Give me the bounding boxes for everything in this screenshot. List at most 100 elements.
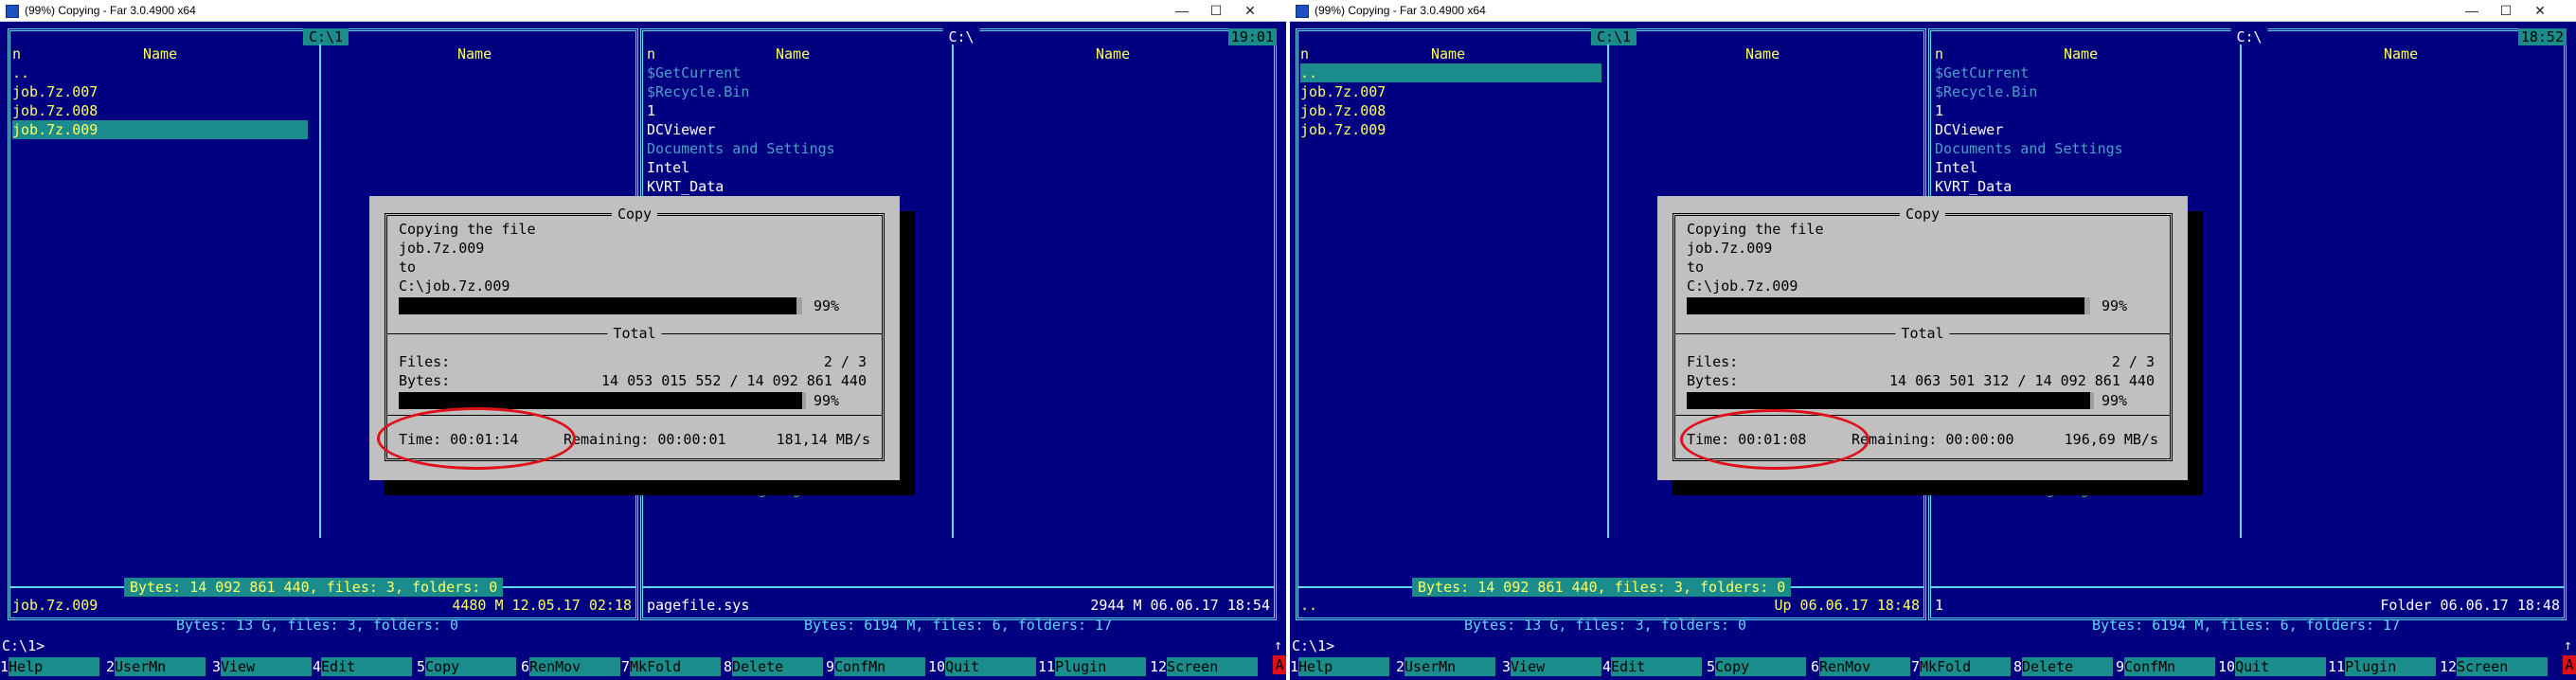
column-header-name[interactable]: Name [457, 45, 492, 63]
key-f9-confmn[interactable]: 9ConfMn [826, 655, 926, 678]
file-item[interactable]: job.7z.008 [12, 101, 98, 120]
far-app-icon [6, 5, 19, 18]
key-f10-quit[interactable]: 10Quit [928, 655, 1037, 678]
column-divider [2240, 45, 2242, 538]
destination-path: C:\job.7z.009 [399, 277, 510, 295]
column-divider [319, 45, 321, 538]
key-f7-mkfold[interactable]: 7MkFold [1911, 655, 2012, 678]
key-f10-quit[interactable]: 10Quit [2218, 655, 2327, 678]
file-item[interactable]: 1 [1935, 101, 1943, 120]
dialog-caption: Copy [611, 206, 658, 223]
key-f8-delete[interactable]: 8Delete [2013, 655, 2114, 678]
file-item[interactable]: KVRT_Data [1935, 177, 2012, 196]
copying-label: Copying the file [1687, 221, 1824, 238]
key-f11-plugin[interactable]: 11Plugin [2328, 655, 2437, 678]
copying-label: Copying the file [399, 221, 536, 238]
column-header-name[interactable]: Name [776, 45, 810, 63]
file-item[interactable]: ZLInstallerLog.log [647, 480, 801, 499]
source-file: job.7z.009 [1687, 240, 1773, 257]
key-f8-delete[interactable]: 8Delete [724, 655, 824, 678]
key-f3-view[interactable]: 3View [1502, 655, 1602, 678]
key-number: 5 [1707, 658, 1716, 675]
column-header-name[interactable]: Name [2064, 45, 2098, 63]
column-header-n[interactable]: n [1935, 45, 1943, 63]
file-item[interactable]: Documents and Settings [647, 139, 835, 158]
total-caption: Total [607, 324, 662, 343]
column-header-name[interactable]: Name [1096, 45, 1130, 63]
file-item[interactable]: job.7z.009 [1300, 120, 1386, 139]
key-label: ConfMn [2124, 657, 2216, 676]
key-f12-screen[interactable]: 12Screen [2440, 655, 2549, 678]
key-f5-copy[interactable]: 5Copy [1707, 655, 1807, 678]
key-f2-usermenu[interactable]: 2UserMn [106, 655, 206, 678]
key-f2-usermenu[interactable]: 2UserMn [1396, 655, 1496, 678]
current-file-info: 2944 M 06.06.17 18:54 [1090, 597, 1270, 614]
column-header-n[interactable]: n [12, 45, 21, 63]
maximize-icon[interactable]: ☐ [2489, 0, 2523, 21]
file-item[interactable]: DCViewer [1935, 120, 2003, 139]
file-item[interactable]: $Recycle.Bin [1935, 82, 2037, 101]
scroll-up-arrow-icon[interactable]: ↑ [2564, 636, 2572, 653]
file-item[interactable]: $Recycle.Bin [647, 82, 749, 101]
minimize-icon[interactable]: — [1165, 0, 1199, 21]
key-number: 6 [1811, 658, 1820, 675]
file-item[interactable]: .. [12, 63, 29, 82]
total-progress-remaining [2090, 392, 2094, 409]
minimize-icon[interactable]: — [2455, 0, 2489, 21]
current-file-info: 4480 M 12.05.17 02:18 [452, 597, 632, 614]
file-item[interactable]: $GetCurrent [647, 63, 741, 82]
maximize-icon[interactable]: ☐ [1199, 0, 1233, 21]
close-icon[interactable]: ✕ [1233, 0, 1267, 21]
file-progress-percent: 99% [2102, 297, 2128, 314]
file-progress-remaining [796, 297, 802, 314]
scroll-up-arrow-icon[interactable]: ↑ [1274, 636, 1282, 653]
command-prompt[interactable]: C:\1> [1292, 636, 1334, 655]
file-item[interactable]: DCViewer [647, 120, 715, 139]
key-f9-confmn[interactable]: 9ConfMn [2116, 655, 2216, 678]
file-item[interactable]: ZLInstallerLog.log [1935, 480, 2089, 499]
current-file-name: job.7z.009 [12, 597, 98, 614]
key-label: RenMov [529, 657, 621, 676]
file-item[interactable]: $GetCurrent [1935, 63, 2029, 82]
key-label: Plugin [1055, 657, 1147, 676]
key-f4-edit[interactable]: 4Edit [313, 655, 413, 678]
command-prompt[interactable]: C:\1> [2, 636, 45, 655]
key-label: Help [1298, 657, 1390, 676]
key-label: ConfMn [834, 657, 926, 676]
file-item[interactable]: Documents and Settings [1935, 139, 2123, 158]
column-header-n[interactable]: n [647, 45, 655, 63]
file-item[interactable]: job.7z.007 [1300, 82, 1386, 101]
panel-separator [1931, 586, 2564, 588]
key-f5-copy[interactable]: 5Copy [417, 655, 517, 678]
file-item[interactable]: Intel [1935, 158, 1977, 177]
file-item[interactable]: 1 [647, 101, 655, 120]
file-item-selected[interactable]: job.7z.009 [12, 120, 308, 139]
close-icon[interactable]: ✕ [2523, 0, 2557, 21]
key-label: Quit [2235, 657, 2327, 676]
key-f12-screen[interactable]: 12Screen [1150, 655, 1259, 678]
column-header-name[interactable]: Name [1431, 45, 1465, 63]
file-item-selected[interactable]: .. [1300, 63, 1601, 82]
file-item[interactable]: Intel [647, 158, 689, 177]
key-label: Plugin [2345, 657, 2437, 676]
column-header-name[interactable]: Name [1745, 45, 1780, 63]
column-header-n[interactable]: n [1300, 45, 1309, 63]
key-f7-mkfold[interactable]: 7MkFold [621, 655, 722, 678]
files-label: Files: [1687, 353, 1739, 370]
key-f1-help[interactable]: 1Help [0, 655, 100, 678]
file-item[interactable]: job.7z.007 [12, 82, 98, 101]
key-f6-renmov[interactable]: 6RenMov [521, 655, 621, 678]
current-file-info: Up 06.06.17 18:48 [1774, 597, 1920, 614]
key-f11-plugin[interactable]: 11Plugin [1038, 655, 1147, 678]
clock: 19:01 [1227, 28, 1277, 45]
key-f1-help[interactable]: 1Help [1290, 655, 1390, 678]
column-header-name[interactable]: Name [2384, 45, 2418, 63]
file-item[interactable]: job.7z.008 [1300, 101, 1386, 120]
key-f3-view[interactable]: 3View [212, 655, 313, 678]
column-header-name[interactable]: Name [143, 45, 177, 63]
key-f4-edit[interactable]: 4Edit [1602, 655, 1703, 678]
file-item[interactable]: KVRT_Data [647, 177, 724, 196]
key-f6-renmov[interactable]: 6RenMov [1811, 655, 1911, 678]
destination-path: C:\job.7z.009 [1687, 277, 1798, 295]
bytes-label: Bytes: [399, 372, 451, 389]
